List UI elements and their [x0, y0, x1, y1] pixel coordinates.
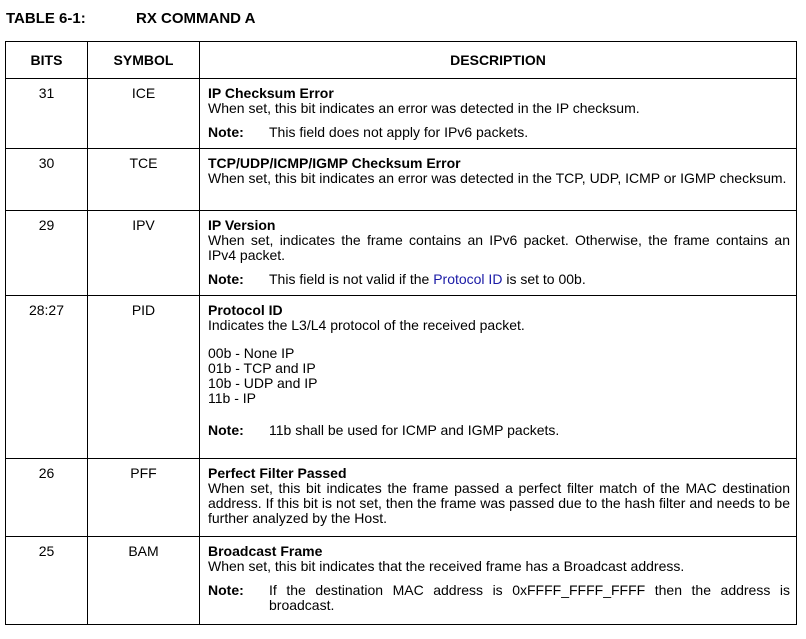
note-label: Note: [208, 124, 244, 140]
description-cell: Broadcast Frame When set, this bit indic… [199, 536, 797, 625]
field-title: TCP/UDP/ICMP/IGMP Checksum Error [208, 155, 461, 171]
note-text: This field does not apply for IPv6 packe… [269, 124, 529, 140]
bits-cell: 28:27 [5, 295, 88, 459]
note-text-post: is set to 00b. [502, 271, 586, 287]
field-title: Broadcast Frame [208, 543, 323, 559]
field-title: IP Checksum Error [208, 85, 334, 101]
table-row: 30 TCE TCP/UDP/ICMP/IGMP Checksum Error … [5, 148, 797, 211]
field-description: When set, this bit indicates that the re… [208, 558, 685, 574]
code-item: 01b - TCP and IP [208, 360, 316, 376]
description-cell: TCP/UDP/ICMP/IGMP Checksum Error When se… [199, 148, 797, 211]
field-description: Indicates the L3/L4 protocol of the rece… [208, 317, 525, 333]
field-description: When set, this bit indicates an error wa… [208, 100, 640, 116]
field-title: Protocol ID [208, 302, 283, 318]
bits-cell: 31 [5, 78, 88, 149]
code-list: 00b - None IP 01b - TCP and IP 10b - UDP… [208, 346, 790, 406]
note-text: This field is not valid if the Protocol … [269, 272, 790, 287]
bits-cell: 30 [5, 148, 88, 211]
note: Note: If the destination MAC address is … [208, 583, 790, 613]
code-item: 00b - None IP [208, 345, 295, 361]
code-item: 10b - UDP and IP [208, 375, 318, 391]
note-label: Note: [208, 422, 244, 438]
field-description: When set, this bit indicates the frame p… [208, 480, 790, 526]
symbol-cell: IPV [87, 210, 200, 296]
field-title: Perfect Filter Passed [208, 465, 347, 481]
bits-cell: 29 [5, 210, 88, 296]
header-description: DESCRIPTION [199, 41, 797, 79]
header-symbol: SYMBOL [87, 41, 200, 79]
note: Note: 11b shall be used for ICMP and IGM… [208, 423, 790, 438]
description-cell: Protocol ID Indicates the L3/L4 protocol… [199, 295, 797, 459]
bits-cell: 26 [5, 458, 88, 537]
note-text-pre: This field is not valid if the [269, 271, 434, 287]
protocol-id-link[interactable]: Protocol ID [433, 271, 502, 287]
symbol-cell: PFF [87, 458, 200, 537]
header-row: BITS SYMBOL DESCRIPTION [5, 41, 797, 79]
note-text: If the destination MAC address is 0xFFFF… [269, 582, 790, 613]
description-cell: IP Version When set, indicates the frame… [199, 210, 797, 296]
note-text: 11b shall be used for ICMP and IGMP pack… [269, 422, 560, 438]
table-title: TABLE 6-1: RX COMMAND A [6, 10, 255, 30]
symbol-cell: TCE [87, 148, 200, 211]
code-item: 11b - IP [208, 390, 256, 406]
field-description: When set, this bit indicates an error wa… [208, 170, 787, 186]
table-name: RX COMMAND A [136, 10, 256, 27]
table-row: 26 PFF Perfect Filter Passed When set, t… [5, 458, 797, 537]
table-number: TABLE 6-1: [6, 10, 86, 27]
note-label: Note: [208, 271, 244, 287]
header-bits: BITS [5, 41, 88, 79]
symbol-cell: ICE [87, 78, 200, 149]
symbol-cell: BAM [87, 536, 200, 625]
description-cell: IP Checksum Error When set, this bit ind… [199, 78, 797, 149]
rx-command-a-table: BITS SYMBOL DESCRIPTION 31 ICE IP Checks… [5, 41, 797, 625]
table-row: 25 BAM Broadcast Frame When set, this bi… [5, 536, 797, 625]
bits-cell: 25 [5, 536, 88, 625]
note: Note: This field is not valid if the Pro… [208, 272, 790, 287]
field-description: When set, indicates the frame contains a… [208, 232, 790, 263]
note: Note: This field does not apply for IPv6… [208, 125, 790, 140]
field-title: IP Version [208, 217, 276, 233]
table-row: 28:27 PID Protocol ID Indicates the L3/L… [5, 295, 797, 459]
note-label: Note: [208, 582, 244, 598]
table-row: 29 IPV IP Version When set, indicates th… [5, 210, 797, 296]
table-row: 31 ICE IP Checksum Error When set, this … [5, 78, 797, 149]
symbol-cell: PID [87, 295, 200, 459]
description-cell: Perfect Filter Passed When set, this bit… [199, 458, 797, 537]
